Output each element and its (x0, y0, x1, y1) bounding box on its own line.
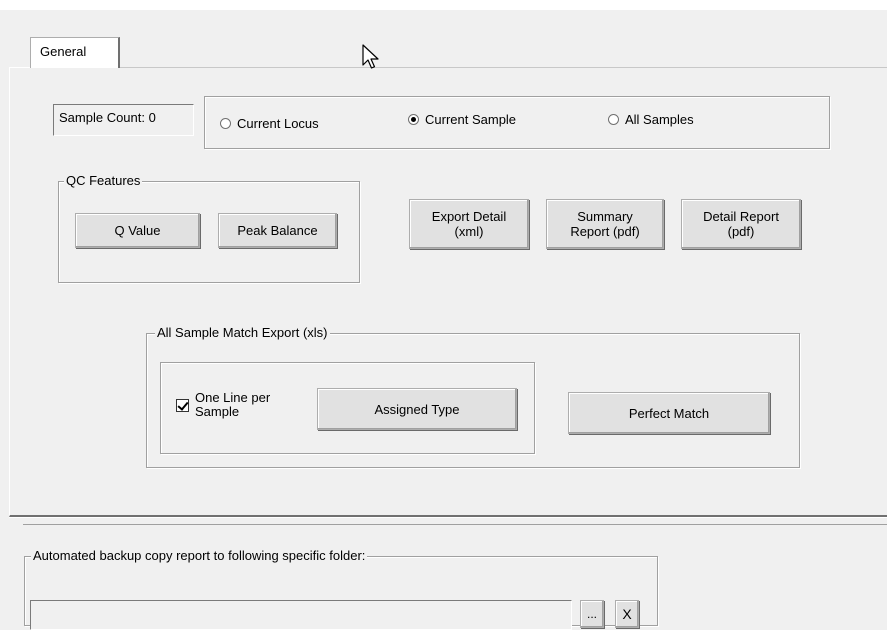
close-icon: X (622, 605, 632, 622)
radio-current-locus-label: Current Locus (237, 116, 319, 131)
radio-all-samples-label: All Samples (625, 112, 694, 127)
sample-count-label: Sample Count: 0 (59, 110, 156, 125)
separator-line (23, 524, 887, 525)
one-line-per-sample-label: One Line per Sample (195, 390, 271, 419)
detail-report-label: Detail Report (pdf) (703, 209, 779, 239)
checkbox-indicator (176, 398, 189, 412)
radio-current-sample-indicator (408, 114, 419, 125)
qc-features-legend: QC Features (64, 173, 143, 189)
sample-count-display: Sample Count: 0 (53, 104, 194, 136)
window-top-strip (0, 0, 887, 10)
export-detail-button[interactable]: Export Detail (xml) (409, 199, 529, 249)
match-export-legend: All Sample Match Export (xls) (155, 325, 330, 341)
tab-strip-line (119, 67, 887, 68)
radio-current-sample[interactable]: Current Sample (408, 112, 516, 127)
radio-current-locus[interactable]: Current Locus (220, 116, 319, 131)
radio-all-samples[interactable]: All Samples (608, 112, 694, 127)
backup-folder-legend: Automated backup copy report to followin… (31, 548, 368, 564)
browse-folder-button[interactable]: ... (580, 600, 604, 628)
detail-report-button[interactable]: Detail Report (pdf) (681, 199, 801, 249)
radio-current-sample-label: Current Sample (425, 112, 517, 127)
radio-current-locus-indicator (220, 118, 231, 129)
perfect-match-button[interactable]: Perfect Match (568, 392, 770, 434)
summary-report-label: Summary Report (pdf) (570, 209, 640, 239)
peak-balance-button[interactable]: Peak Balance (218, 213, 337, 248)
tab-general-label: General (40, 44, 87, 59)
tab-general[interactable]: General (30, 37, 120, 68)
mouse-pointer-icon (362, 44, 379, 69)
q-value-button[interactable]: Q Value (75, 213, 200, 248)
export-detail-label: Export Detail (xml) (431, 209, 507, 239)
clear-folder-button[interactable]: X (615, 600, 639, 628)
backup-folder-input[interactable] (30, 600, 572, 630)
radio-all-samples-indicator (608, 114, 619, 125)
summary-report-button[interactable]: Summary Report (pdf) (546, 199, 664, 249)
assigned-type-button[interactable]: Assigned Type (317, 388, 517, 430)
one-line-per-sample-checkbox[interactable]: One Line per Sample (176, 391, 275, 419)
